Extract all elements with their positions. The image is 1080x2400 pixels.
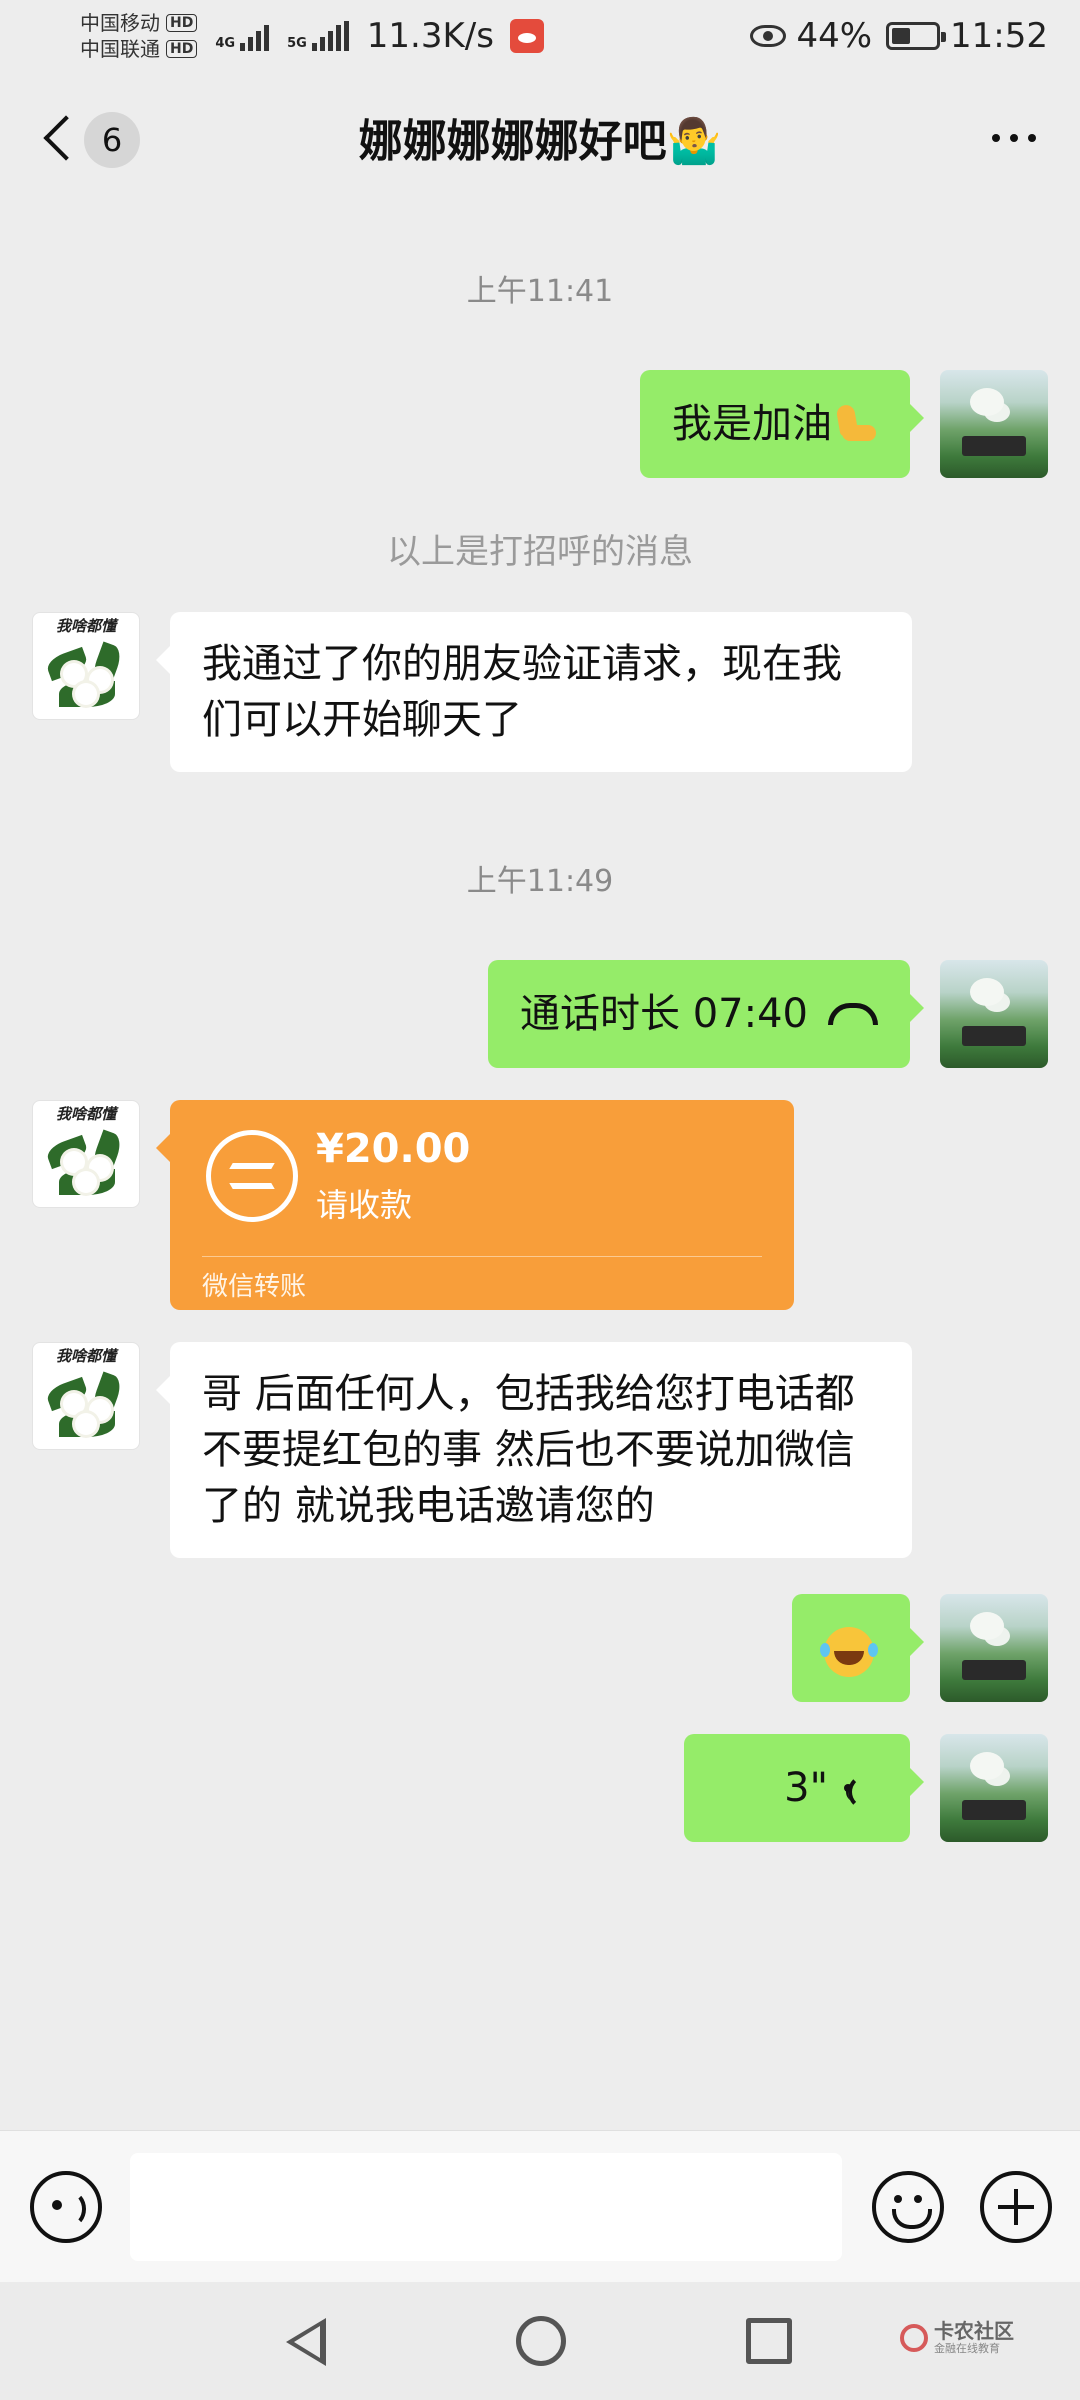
input-bar xyxy=(0,2130,1080,2282)
self-avatar[interactable] xyxy=(940,1594,1048,1702)
transfer-label: 请收款 xyxy=(316,1186,413,1224)
nav-recents-icon[interactable] xyxy=(746,2318,792,2364)
carrier-info: 中国移动 HD 中国联通 HD xyxy=(80,10,198,62)
call-duration-text: 通话时长 07:40 xyxy=(520,991,808,1037)
voice-duration: 3" xyxy=(784,1765,828,1811)
avatar-text: 我啥都懂 xyxy=(55,1347,116,1365)
carrier-1-label: 中国移动 xyxy=(80,11,160,35)
network-2-label: 5G xyxy=(287,36,307,51)
watermark: 卡农社区 金融在线教育 xyxy=(900,2320,1014,2356)
signal-5g-icon: 5G xyxy=(287,21,349,51)
flexed-biceps-emoji xyxy=(832,399,878,445)
self-avatar[interactable] xyxy=(940,1734,1048,1842)
message-text: 哥 后面任何人，包括我给您打电话都不要提红包的事 然后也不要说加微信了的 就说我… xyxy=(202,1371,855,1529)
chat-header: 6 娜娜娜娜娜好吧🤷‍♂️ xyxy=(0,72,1080,202)
avatar-text: 我啥都懂 xyxy=(55,617,116,635)
network-speed: 11.3K/s xyxy=(366,16,494,56)
call-record-bubble[interactable]: 通话时长 07:40 xyxy=(488,960,924,1068)
system-nav-bar: 卡农社区 金融在线教育 xyxy=(0,2282,1080,2400)
avatar-text: 我啥都懂 xyxy=(55,1105,116,1123)
battery-fill xyxy=(892,28,911,44)
nav-home-icon[interactable] xyxy=(516,2316,566,2366)
battery-icon xyxy=(886,22,947,50)
battery-percent: 44% xyxy=(796,16,873,56)
transfer-card[interactable]: ¥20.00 请收款 微信转账 xyxy=(156,1100,794,1310)
transfer-footer: 微信转账 xyxy=(202,1272,307,1302)
voice-message-bubble[interactable]: 3" xyxy=(684,1734,924,1842)
watermark-subtitle: 金融在线教育 xyxy=(934,2342,1000,2355)
laughing-tears-emoji xyxy=(820,1627,874,1677)
watermark-logo-icon xyxy=(900,2324,928,2352)
contact-avatar[interactable]: 我啥都懂 xyxy=(32,612,140,720)
timestamp-1: 上午11:41 xyxy=(466,274,614,309)
back-chevron-icon[interactable] xyxy=(40,114,80,164)
more-icon[interactable] xyxy=(992,134,1036,142)
self-avatar[interactable] xyxy=(940,370,1048,478)
emoji-button[interactable] xyxy=(872,2171,944,2243)
unread-count-badge[interactable]: 6 xyxy=(84,112,140,168)
nav-back-icon[interactable] xyxy=(286,2318,326,2366)
status-bar: 中国移动 HD 中国联通 HD 4G 5G 11.3K/s 44% 11:52 xyxy=(0,0,1080,72)
network-1-label: 4G xyxy=(215,36,236,51)
signal-4g-icon: 4G xyxy=(215,21,270,51)
chat-title: 娜娜娜娜娜好吧🤷‍♂️ xyxy=(358,116,722,167)
transfer-divider xyxy=(202,1256,762,1257)
contact-avatar[interactable]: 我啥都懂 xyxy=(32,1342,140,1450)
message-text: 我是加油 xyxy=(672,401,832,447)
voice-input-button[interactable] xyxy=(30,2171,102,2243)
self-avatar[interactable] xyxy=(940,960,1048,1068)
message-input[interactable] xyxy=(130,2153,842,2261)
system-notice: 以上是打招呼的消息 xyxy=(387,532,693,572)
app-notification-icon xyxy=(509,19,544,53)
contact-avatar[interactable]: 我啥都懂 xyxy=(32,1100,140,1208)
voice-wave-icon xyxy=(844,1770,878,1810)
message-bubble-self[interactable]: 我是加油 xyxy=(640,370,924,478)
phone-hangup-icon xyxy=(828,1003,878,1025)
transfer-amount: ¥20.00 xyxy=(316,1126,471,1172)
transfer-arrows-icon xyxy=(206,1130,298,1222)
emoji-message-bubble[interactable] xyxy=(792,1594,924,1702)
hd-badge-2: HD xyxy=(166,40,198,58)
eye-comfort-icon xyxy=(750,25,787,47)
message-bubble-other[interactable]: 我通过了你的朋友验证请求，现在我们可以开始聊天了 xyxy=(156,612,912,772)
message-text: 我通过了你的朋友验证请求，现在我们可以开始聊天了 xyxy=(202,641,842,743)
message-bubble-other[interactable]: 哥 后面任何人，包括我给您打电话都不要提红包的事 然后也不要说加微信了的 就说我… xyxy=(156,1342,912,1558)
timestamp-2: 上午11:49 xyxy=(466,864,614,899)
hd-badge: HD xyxy=(166,14,198,32)
plus-button[interactable] xyxy=(980,2171,1052,2243)
watermark-title: 卡农社区 xyxy=(934,2319,1014,2343)
clock: 11:52 xyxy=(950,16,1048,56)
carrier-2-label: 中国联通 xyxy=(80,37,160,61)
